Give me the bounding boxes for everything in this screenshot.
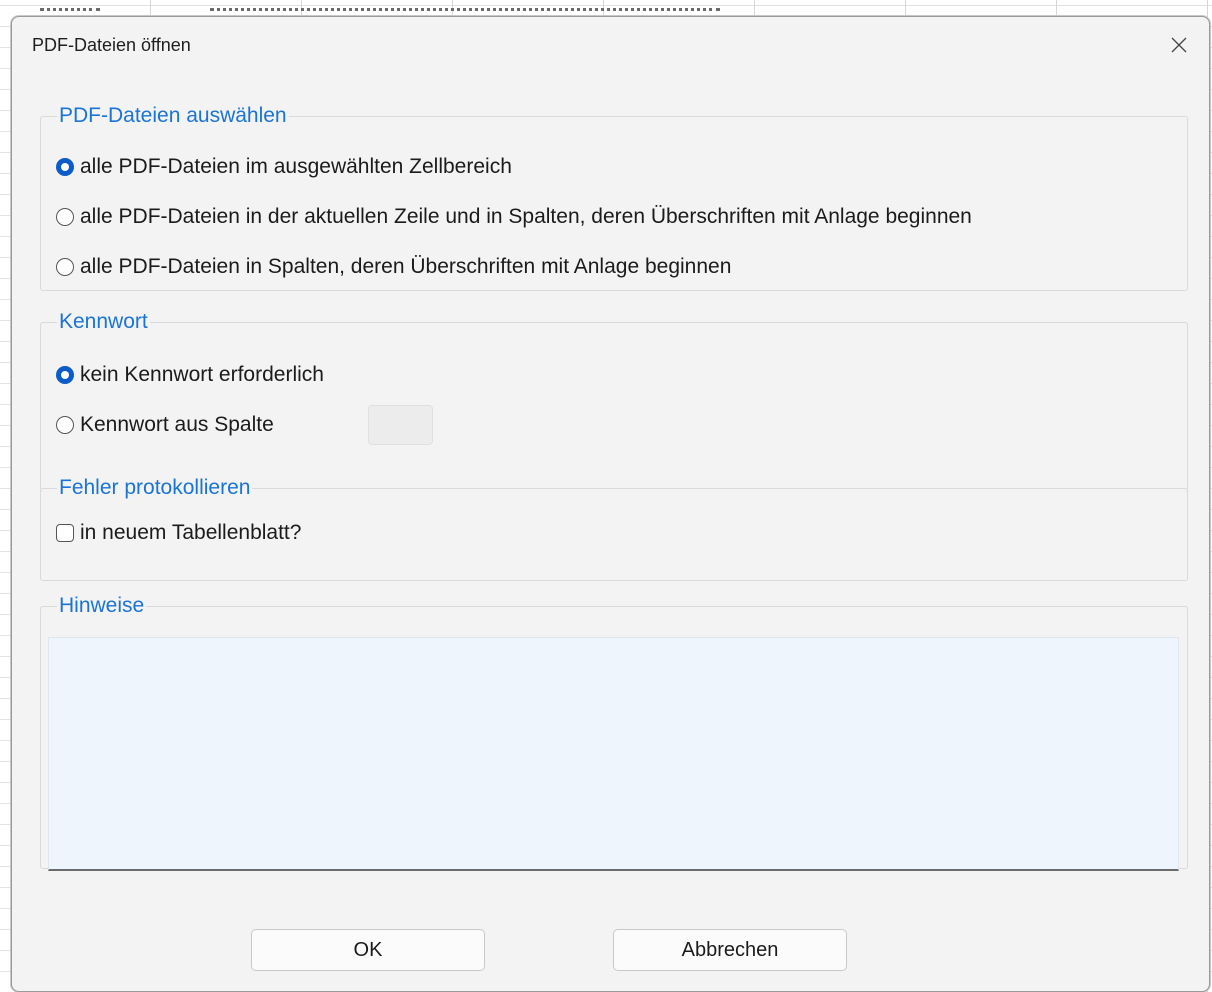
password-group: Kennwort kein Kennwort erforderlich Kenn… <box>40 311 1188 492</box>
select-files-legend: PDF-Dateien auswählen <box>59 104 287 127</box>
option-current-row-columns-label: alle PDF-Dateien in der aktuellen Zeile … <box>80 205 972 228</box>
radio-button[interactable] <box>56 208 74 226</box>
radio-button-checked[interactable] <box>56 366 74 384</box>
option-new-sheet[interactable]: in neuem Tabellenblatt? <box>56 519 301 547</box>
notes-legend: Hinweise <box>59 594 145 617</box>
option-selected-range-label: alle PDF-Dateien im ausgewählten Zellber… <box>80 155 512 178</box>
radio-button-checked[interactable] <box>56 158 74 176</box>
option-selected-range[interactable]: alle PDF-Dateien im ausgewählten Zellber… <box>56 153 512 181</box>
option-no-password-label: kein Kennwort erforderlich <box>80 363 324 386</box>
title-bar: PDF-Dateien öffnen <box>12 17 1209 73</box>
ok-button[interactable]: OK <box>251 929 485 971</box>
password-column-field[interactable] <box>368 405 433 445</box>
option-all-columns[interactable]: alle PDF-Dateien in Spalten, deren Übers… <box>56 253 731 281</box>
option-new-sheet-label: in neuem Tabellenblatt? <box>80 521 302 544</box>
option-current-row-columns[interactable]: alle PDF-Dateien in der aktuellen Zeile … <box>56 203 972 231</box>
notes-group: Hinweise <box>40 594 1188 871</box>
radio-button[interactable] <box>56 258 74 276</box>
option-all-columns-label: alle PDF-Dateien in Spalten, deren Übers… <box>80 255 732 278</box>
option-password-from-column[interactable]: Kennwort aus Spalte <box>56 411 274 439</box>
error-log-group: Fehler protokollieren in neuem Tabellenb… <box>40 477 1188 581</box>
error-log-legend: Fehler protokollieren <box>59 476 251 499</box>
password-legend: Kennwort <box>59 310 148 333</box>
radio-button[interactable] <box>56 416 74 434</box>
checkbox[interactable] <box>56 524 74 542</box>
option-no-password[interactable]: kein Kennwort erforderlich <box>56 361 324 389</box>
select-files-group: PDF-Dateien auswählen alle PDF-Dateien i… <box>40 105 1188 291</box>
option-password-from-column-label: Kennwort aus Spalte <box>80 413 274 436</box>
notes-textarea[interactable] <box>48 637 1179 871</box>
pdf-open-dialog: PDF-Dateien öffnen PDF-Dateien auswählen… <box>11 16 1210 992</box>
close-button[interactable] <box>1149 17 1209 73</box>
close-icon <box>1171 37 1187 53</box>
cancel-button[interactable]: Abbrechen <box>613 929 847 971</box>
dialog-title: PDF-Dateien öffnen <box>32 35 191 55</box>
